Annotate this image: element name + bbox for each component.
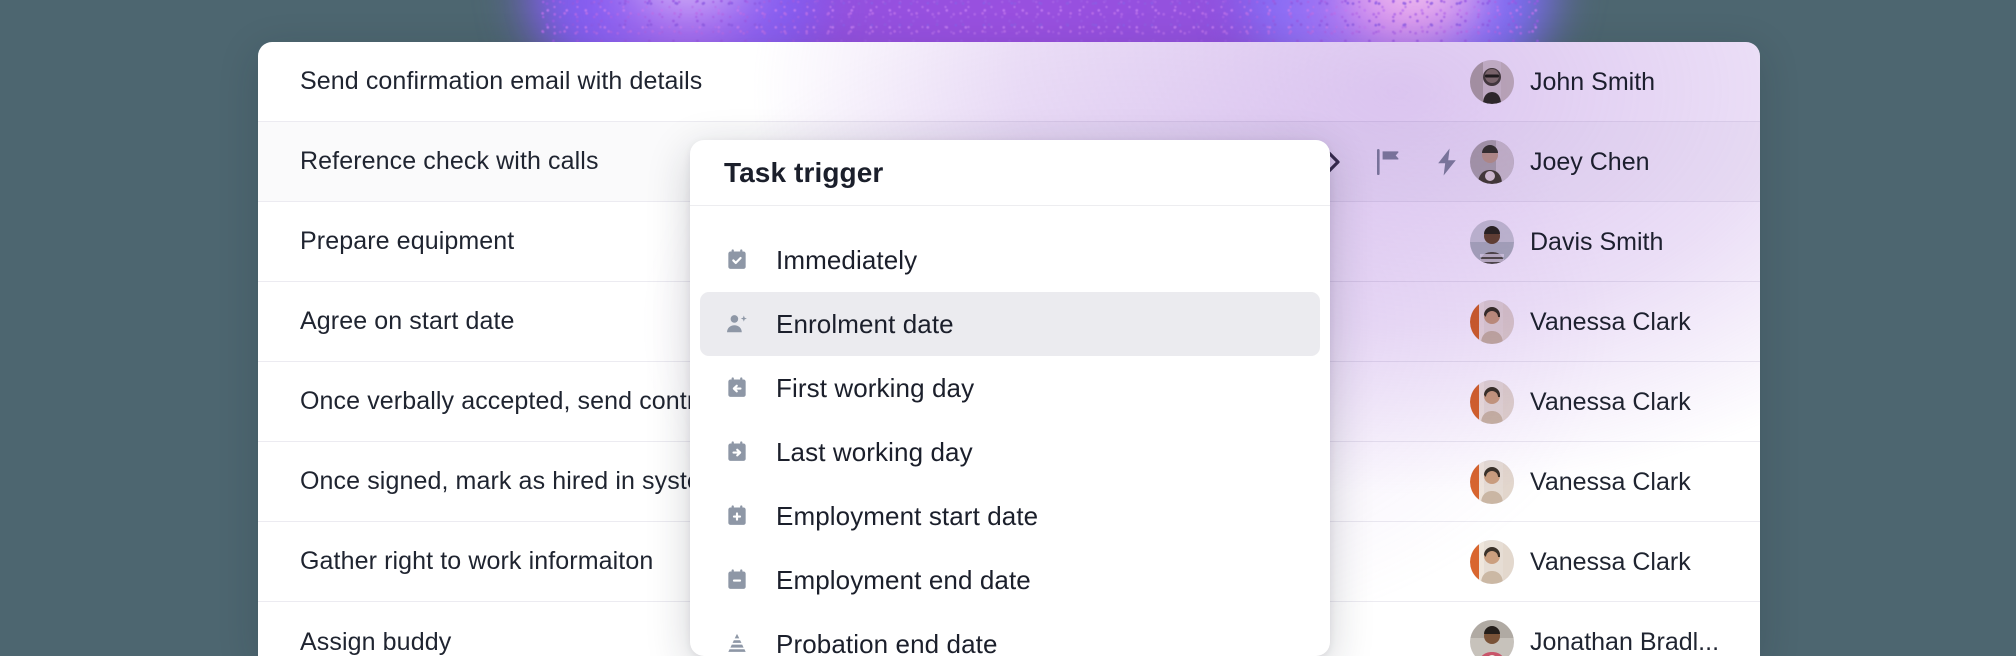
task-trigger-option-list: Immediately Enrolment date First working d… bbox=[690, 206, 1330, 656]
avatar bbox=[1470, 540, 1514, 584]
calendar-plus-icon bbox=[724, 503, 750, 529]
assignee-name: Vanessa Clark bbox=[1530, 467, 1691, 496]
assignee-name: Joey Chen bbox=[1530, 147, 1650, 176]
blob-white-left bbox=[600, 0, 780, 30]
calendar-check-icon bbox=[724, 247, 750, 273]
task-trigger-option[interactable]: Employment end date bbox=[700, 548, 1320, 612]
task-assignee[interactable]: Joey Chen bbox=[1470, 122, 1726, 202]
blob-white-right bbox=[1330, 0, 1500, 20]
task-trigger-option[interactable]: First working day bbox=[700, 356, 1320, 420]
assignee-name: John Smith bbox=[1530, 67, 1656, 96]
task-trigger-option[interactable]: Enrolment date bbox=[700, 292, 1320, 356]
assignee-name: Jonathan Bradl... bbox=[1530, 627, 1720, 656]
task-title: Once signed, mark as hired in system bbox=[300, 467, 722, 495]
avatar bbox=[1470, 620, 1514, 656]
assignee-name: Davis Smith bbox=[1530, 227, 1664, 256]
person-add-icon bbox=[724, 311, 750, 337]
task-trigger-option-label: Employment end date bbox=[776, 564, 1031, 595]
task-trigger-option[interactable]: Last working day bbox=[700, 420, 1320, 484]
task-assignee[interactable]: Vanessa Clark bbox=[1470, 282, 1726, 362]
assignee-name: Vanessa Clark bbox=[1530, 547, 1691, 576]
task-trigger-option-label: First working day bbox=[776, 372, 975, 403]
task-row[interactable]: Send confirmation email with details John… bbox=[258, 42, 1760, 122]
task-assignee[interactable]: Vanessa Clark bbox=[1470, 522, 1726, 602]
task-title: Gather right to work informaiton bbox=[300, 547, 654, 575]
task-assignee[interactable]: Davis Smith bbox=[1470, 202, 1726, 282]
lightning-bolt-icon[interactable] bbox=[1434, 146, 1460, 178]
avatar bbox=[1470, 220, 1514, 264]
task-assignee[interactable]: Jonathan Bradl... bbox=[1470, 602, 1726, 656]
calendar-minus-icon bbox=[724, 567, 750, 593]
calendar-forward-icon bbox=[724, 439, 750, 465]
avatar bbox=[1470, 380, 1514, 424]
task-assignee[interactable]: John Smith bbox=[1470, 42, 1726, 122]
task-title: Send confirmation email with details bbox=[300, 67, 703, 95]
avatar bbox=[1470, 300, 1514, 344]
task-assignee[interactable]: Vanessa Clark bbox=[1470, 362, 1726, 442]
task-trigger-popover: Task trigger Immediately Enrolment date Fi… bbox=[690, 140, 1330, 656]
task-title: Once verbally accepted, send contract bbox=[300, 387, 729, 415]
task-title: Agree on start date bbox=[300, 307, 515, 335]
task-title: Reference check with calls bbox=[300, 147, 599, 175]
task-assignee[interactable]: Vanessa Clark bbox=[1470, 442, 1726, 522]
avatar bbox=[1470, 460, 1514, 504]
avatar bbox=[1470, 140, 1514, 184]
row-action-icons bbox=[1322, 122, 1460, 202]
popover-header: Task trigger bbox=[690, 140, 1330, 206]
task-title: Prepare equipment bbox=[300, 227, 515, 255]
task-trigger-option-label: Probation end date bbox=[776, 628, 998, 656]
avatar bbox=[1470, 60, 1514, 104]
task-trigger-option-label: Employment start date bbox=[776, 500, 1039, 531]
task-title: Assign buddy bbox=[300, 627, 452, 656]
task-trigger-option[interactable]: Employment start date bbox=[700, 484, 1320, 548]
calendar-back-icon bbox=[724, 375, 750, 401]
flag-icon[interactable] bbox=[1374, 146, 1404, 178]
task-trigger-option-label: Last working day bbox=[776, 436, 973, 467]
assignee-name: Vanessa Clark bbox=[1530, 387, 1691, 416]
popover-title: Task trigger bbox=[724, 156, 884, 188]
task-trigger-option-label: Enrolment date bbox=[776, 308, 954, 339]
task-trigger-option-label: Immediately bbox=[776, 244, 918, 275]
task-trigger-option[interactable]: Immediately bbox=[700, 228, 1320, 292]
task-trigger-option[interactable]: Probation end date bbox=[700, 612, 1320, 656]
blob-speckle-fringe bbox=[540, 0, 1540, 42]
cone-icon bbox=[724, 631, 750, 656]
assignee-name: Vanessa Clark bbox=[1530, 307, 1691, 336]
